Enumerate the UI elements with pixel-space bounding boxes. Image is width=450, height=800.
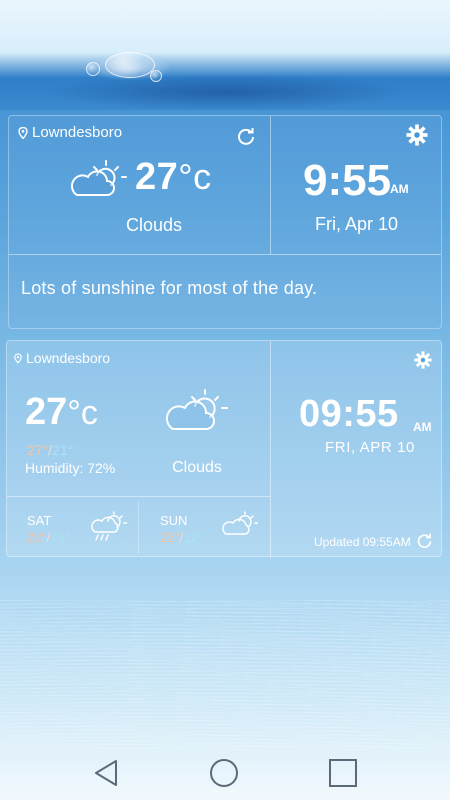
temperature-value: 27 [25,391,68,433]
high-low-temperature: 27°/21° [27,442,73,458]
weather-clock-widget-small[interactable]: Lowndesboro 27°c 27°/21° Humidity: 72% C… [6,340,442,558]
forecast-day-label: SAT [27,513,52,528]
refresh-icon[interactable] [236,126,256,146]
clock-time[interactable]: 9:55 [303,156,391,206]
bubble [105,52,155,78]
partly-sunny-cloud-icon [70,160,127,196]
weather-condition: Clouds [125,215,183,235]
partly-sunny-cloud-icon [165,389,228,430]
home-icon[interactable] [208,757,240,789]
water-surface-background [0,0,450,110]
divider [7,496,270,497]
forecast-high-low: 22°/12° [160,530,203,545]
rain-sun-cloud-icon [91,511,127,541]
current-temperature: 27°c [135,156,212,199]
weather-condition: Clouds [172,459,222,476]
forecast-high-low: 22°/16° [27,530,70,545]
divider [138,503,139,553]
low-temp: 21° [52,442,74,458]
temperature-unit: °c [67,394,98,432]
forecast-low: 12° [183,530,203,545]
forecast-high: 22° [160,530,180,545]
divider [270,116,271,254]
navigation-bar [0,745,450,800]
last-updated-label: Updated 09:55AM [314,535,411,549]
temperature-value: 27 [135,156,179,198]
high-temp: 27° [27,442,49,458]
bubble [150,70,162,82]
clock-ampm: AM [390,182,409,196]
location-name: Lowndesboro [26,350,111,366]
weather-clock-widget-large[interactable]: Lowndesboro 27°c Clouds 9:55 AM Fri, Apr… [8,115,442,329]
location-pin-icon [14,353,22,364]
forecast-low: 16° [50,530,70,545]
divider [270,341,271,558]
partly-sunny-cloud-icon [222,511,258,535]
clock-date[interactable]: FRI, APR 10 [325,439,415,456]
recents-icon[interactable] [327,757,359,789]
clock-ampm: AM [413,420,432,434]
location-label[interactable]: Lowndesboro [18,124,122,141]
clock-date[interactable]: Fri, Apr 10 [315,214,398,235]
weather-summary: Lots of sunshine for most of the day. [21,278,318,298]
divider [9,254,441,255]
clock-time[interactable]: 09:55 [299,393,399,436]
settings-gear-icon[interactable] [406,124,428,146]
current-temperature: 27°c [25,391,98,434]
back-icon[interactable] [90,757,122,789]
forecast-day-label: SUN [160,513,188,528]
refresh-icon[interactable] [416,532,433,549]
location-label[interactable]: Lowndesboro [14,350,110,366]
forecast-high: 22° [27,530,47,545]
temperature-unit: °c [178,156,212,197]
location-name: Lowndesboro [32,124,123,141]
settings-gear-icon[interactable] [414,351,432,369]
humidity-label: Humidity: 72% [25,460,116,476]
location-pin-icon [18,126,28,139]
caustics-background [0,600,450,750]
bubble [86,62,100,76]
